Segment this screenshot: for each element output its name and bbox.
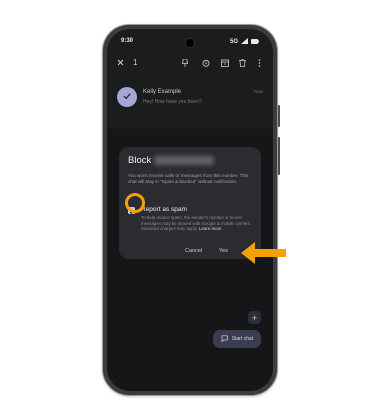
- volume-button: [278, 137, 280, 175]
- cancel-button[interactable]: Cancel: [185, 248, 202, 254]
- contact-name: Kelly Example: [143, 89, 182, 95]
- more-icon[interactable]: [258, 59, 261, 69]
- close-icon[interactable]: [117, 59, 124, 68]
- dialog-title: Block: [128, 155, 152, 166]
- learn-more-link[interactable]: Learn more: [199, 226, 221, 231]
- delete-icon[interactable]: [239, 59, 246, 69]
- report-spam-label[interactable]: Report as spam: [141, 206, 187, 213]
- dialog-body: You won't receive calls or messages from…: [128, 173, 249, 185]
- start-chat-button[interactable]: Start chat: [213, 330, 261, 348]
- report-spam-description-text: To help reduce spam, the sender's number…: [141, 215, 252, 232]
- signal-icon: [241, 38, 248, 46]
- selected-avatar: [117, 87, 137, 107]
- chat-bubble-icon: [221, 334, 228, 344]
- report-spam-description: To help reduce spam, the sender's number…: [141, 215, 253, 232]
- check-icon: [122, 88, 132, 106]
- selected-count: 1: [133, 58, 138, 67]
- network-type: 5G: [229, 39, 238, 45]
- snooze-icon[interactable]: [202, 59, 210, 69]
- selection-toolbar: 1: [117, 58, 263, 73]
- status-icons: 5G: [230, 38, 259, 46]
- power-button: [278, 105, 280, 127]
- battery-icon: [251, 38, 259, 46]
- message-preview: Hey! How have you been?: [143, 99, 202, 105]
- blurred-phone-number: [154, 156, 214, 165]
- archive-icon[interactable]: [221, 59, 229, 69]
- plus-icon: +: [251, 312, 258, 323]
- add-button[interactable]: +: [248, 311, 261, 324]
- pin-icon[interactable]: [181, 58, 189, 69]
- status-time: 9:30: [121, 38, 134, 44]
- yes-button[interactable]: Yes: [219, 248, 228, 254]
- checkbox-highlight-circle: [125, 193, 145, 213]
- front-camera: [186, 39, 194, 47]
- start-chat-label: Start chat: [231, 336, 254, 342]
- arrow-left-icon: [241, 242, 286, 264]
- conversation-row[interactable]: Kelly Example Hey! How have you been? No…: [115, 85, 265, 115]
- message-time: Now: [253, 89, 263, 94]
